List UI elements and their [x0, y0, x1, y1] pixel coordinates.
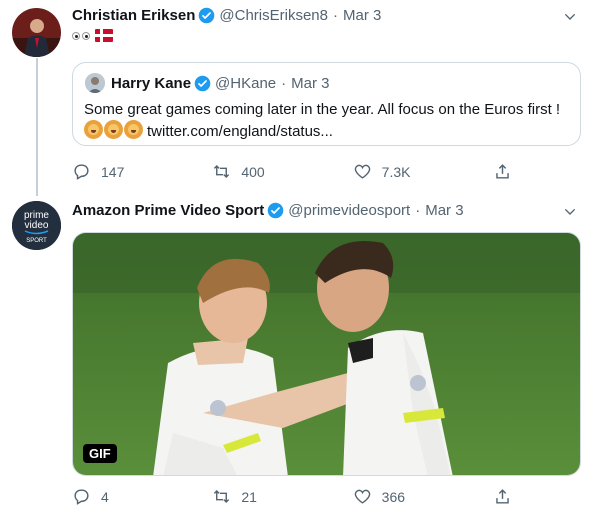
separator-dot: ·: [332, 7, 338, 24]
reply-button[interactable]: 147: [72, 162, 182, 181]
author-handle[interactable]: @primevideosport: [288, 202, 410, 219]
like-count: 366: [381, 488, 406, 505]
share-button[interactable]: [493, 162, 512, 181]
gif-media[interactable]: GIF: [72, 232, 581, 476]
tweet-prime-video[interactable]: prime video SPORT Amazon Prime Video Spo…: [0, 196, 600, 516]
quoted-tweet[interactable]: Harry Kane @HKane · Mar 3 Some great gam…: [72, 62, 581, 146]
reply-count: 4: [101, 488, 109, 505]
gif-badge: GIF: [83, 444, 117, 463]
avatar-kane: [85, 73, 105, 93]
avatar-text-video: video: [25, 220, 49, 231]
reply-icon: [74, 489, 89, 505]
avatar-prime-video[interactable]: prime video SPORT: [12, 201, 61, 250]
like-button[interactable]: 7.3K: [353, 162, 463, 181]
author-name[interactable]: Amazon Prime Video Sport: [72, 202, 264, 219]
chevron-down-icon[interactable]: [562, 9, 578, 25]
reply-count: 147: [101, 163, 125, 180]
avatar-text-sport: SPORT: [26, 238, 47, 244]
retweet-icon: [214, 489, 230, 504]
quoted-tweet-text: Some great games coming later in the yea…: [84, 99, 574, 142]
like-count: 7.3K: [381, 163, 411, 180]
like-icon: [354, 164, 370, 179]
separator-dot: ·: [281, 74, 287, 92]
share-icon: [496, 164, 509, 179]
thread-line: [36, 58, 38, 196]
lion-emoji-icon: [84, 120, 143, 139]
author-handle[interactable]: @ChrisEriksen8: [219, 7, 328, 24]
quoted-link[interactable]: twitter.com/england/status...: [147, 123, 333, 140]
retweet-icon: [214, 164, 230, 179]
verified-badge-icon: [194, 75, 211, 91]
tweet-eriksen[interactable]: Christian Eriksen @ChrisEriksen8 · Mar 3…: [0, 0, 600, 196]
tweet-text: [72, 29, 113, 42]
share-icon: [496, 489, 509, 504]
separator-dot: ·: [415, 202, 421, 219]
retweet-count: 21: [241, 488, 257, 505]
quoted-author-handle: @HKane: [215, 74, 277, 92]
avatar-eriksen[interactable]: [12, 8, 61, 57]
tweet-actions: 147 400 7.3K: [72, 162, 512, 181]
tweet-date[interactable]: Mar 3: [425, 202, 463, 219]
retweet-button[interactable]: 21: [212, 487, 322, 506]
reply-button[interactable]: 4: [72, 487, 182, 506]
quoted-author-name: Harry Kane: [111, 74, 192, 92]
like-button[interactable]: 366: [353, 487, 463, 506]
chevron-down-icon[interactable]: [562, 204, 578, 220]
reply-icon: [74, 164, 89, 180]
gif-image: [73, 233, 580, 475]
verified-badge-icon: [267, 202, 284, 219]
eyes-emoji-icon: [72, 31, 90, 40]
author-name[interactable]: Christian Eriksen: [72, 7, 195, 24]
verified-badge-icon: [199, 7, 215, 24]
retweet-count: 400: [241, 163, 265, 180]
quoted-tweet-date: Mar 3: [291, 74, 330, 92]
quoted-text: Some great games coming later in the yea…: [84, 101, 561, 118]
tweet-header: Amazon Prime Video Sport @primevideospor…: [72, 202, 464, 219]
tweet-header: Christian Eriksen @ChrisEriksen8 · Mar 3: [72, 7, 381, 24]
retweet-button[interactable]: 400: [212, 162, 322, 181]
tweet-actions: 4 21 366: [72, 487, 512, 506]
denmark-flag-icon: [95, 29, 113, 42]
share-button[interactable]: [493, 487, 512, 506]
tweet-date[interactable]: Mar 3: [343, 7, 381, 24]
like-icon: [354, 489, 370, 504]
